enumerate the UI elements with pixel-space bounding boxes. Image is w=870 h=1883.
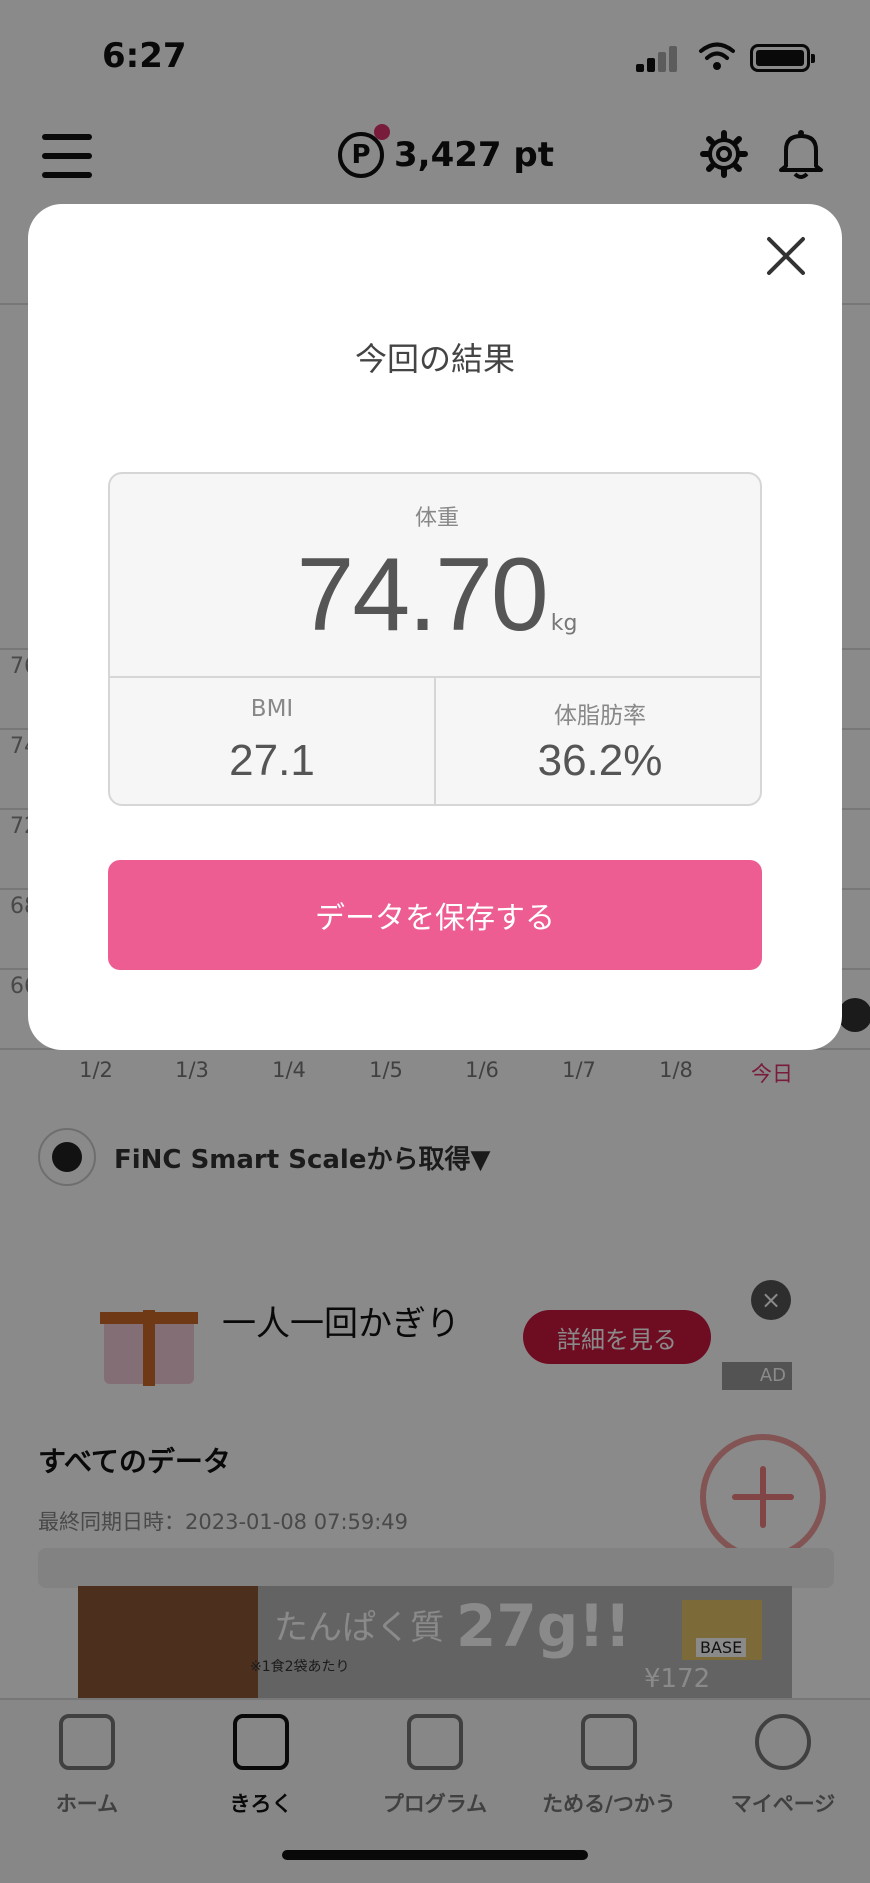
- weight-value-wrap: 74.70 kg: [110, 536, 760, 655]
- bmi-label: BMI: [250, 696, 294, 722]
- weight-value: 74.70: [296, 537, 549, 653]
- close-icon[interactable]: [758, 228, 814, 284]
- bmi-value: 27.1: [229, 736, 315, 785]
- body-fat-block: 体脂肪率 36.2%: [436, 678, 760, 804]
- weight-label: 体重: [414, 506, 459, 531]
- result-modal: 今回の結果 体重 74.70 kg BMI 27.1 体脂肪率 36.2% データ…: [28, 204, 842, 1050]
- weight-block: 体重 74.70 kg: [110, 474, 760, 678]
- save-data-button[interactable]: データを保存する: [108, 860, 762, 970]
- body-fat-value: 36.2%: [537, 736, 663, 785]
- weight-unit: kg: [550, 611, 578, 636]
- result-card: 体重 74.70 kg BMI 27.1 体脂肪率 36.2%: [108, 472, 762, 806]
- bmi-block: BMI 27.1: [110, 678, 436, 804]
- body-fat-label: 体脂肪率: [554, 703, 646, 729]
- modal-title: 今回の結果: [354, 340, 515, 378]
